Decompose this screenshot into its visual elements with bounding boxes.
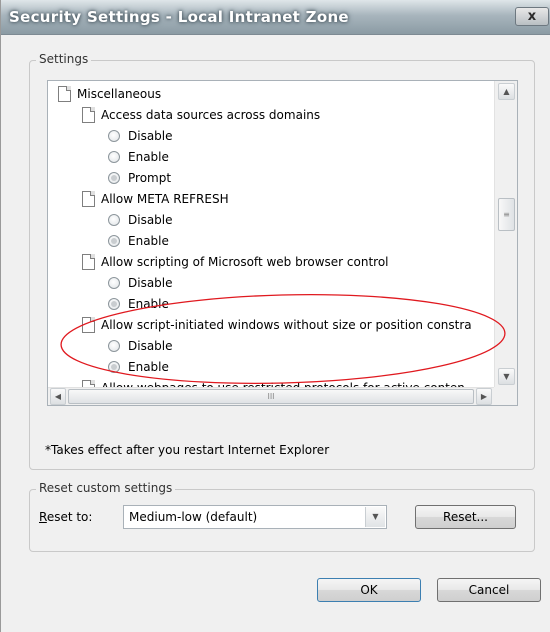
document-icon [82,191,95,207]
reset-level-value: Medium-low (default) [129,510,258,524]
setting-label: Access data sources across domains [101,108,321,122]
settings-group-label: Settings [36,52,92,66]
reset-level-select[interactable]: Medium-low (default) ▼ [123,505,387,529]
scroll-down-button[interactable]: ▼ [498,368,515,385]
radio-button[interactable] [108,214,120,226]
security-settings-dialog: Security Settings - Local Intranet Zone … [0,0,550,632]
setting-label: Allow META REFRESH [101,192,229,206]
radio-button[interactable] [108,361,120,373]
chevron-right-icon: ▶ [480,392,488,401]
close-button[interactable]: x [515,7,549,26]
radio-label: Disable [128,339,173,353]
document-icon [82,107,95,123]
horizontal-scrollbar[interactable]: ◀ III ▶ [48,387,494,405]
restart-note: *Takes effect after you restart Internet… [45,443,330,457]
radio-label: Disable [128,276,173,290]
setting-label: Allow script-initiated windows without s… [101,318,472,332]
ok-button-label: OK [360,583,378,597]
category-label: Miscellaneous [77,87,162,101]
radio-label: Enable [128,360,169,374]
grip-icon: ≡ [503,210,510,219]
radio-button[interactable] [108,130,120,142]
cancel-button[interactable]: Cancel [437,578,541,602]
document-icon [82,380,95,387]
scroll-right-button[interactable]: ▶ [476,388,492,405]
radio-label: Enable [128,150,169,164]
cancel-button-label: Cancel [468,583,510,597]
chevron-left-icon: ◀ [54,392,62,401]
reset-button-label: Reset... [443,510,488,524]
reset-button[interactable]: Reset... [415,505,516,529]
radio-label: Enable [128,234,169,248]
radio-button[interactable] [108,151,120,163]
radio-label: Enable [128,297,169,311]
horizontal-scroll-thumb[interactable]: III [68,389,474,404]
scroll-up-button[interactable]: ▲ [498,83,515,100]
settings-tree[interactable]: Miscellaneous Access data sources across … [47,80,518,406]
scroll-left-button[interactable]: ◀ [50,388,66,405]
radio-label: Prompt [128,171,172,185]
reset-to-label: Reset to: [39,510,93,524]
setting-label: Allow webpages to use restricted protoco… [101,378,465,387]
document-icon [82,254,95,270]
settings-tree-items: Miscellaneous Access data sources across … [48,81,494,387]
radio-button[interactable] [108,235,120,247]
close-icon: x [527,9,537,24]
title-bar: Security Settings - Local Intranet Zone … [1,0,550,35]
chevron-up-icon: ▲ [503,87,510,96]
document-icon [82,317,95,333]
radio-label: Disable [128,213,173,227]
chevron-down-icon[interactable]: ▼ [365,507,385,527]
scrollbar-corner [494,387,517,405]
ok-button[interactable]: OK [317,578,421,602]
radio-button[interactable] [108,298,120,310]
radio-button[interactable] [108,340,120,352]
window-title: Security Settings - Local Intranet Zone [9,8,349,26]
radio-label: Disable [128,129,173,143]
document-icon [58,86,71,102]
vertical-scroll-thumb[interactable]: ≡ [498,198,515,231]
grip-icon: III [267,392,275,401]
reset-group-label: Reset custom settings [36,481,176,495]
vertical-scrollbar[interactable]: ▲ ≡ ▼ [494,81,517,387]
radio-button[interactable] [108,172,120,184]
setting-label: Allow scripting of Microsoft web browser… [101,255,389,269]
chevron-down-icon: ▼ [503,372,510,381]
radio-button[interactable] [108,277,120,289]
